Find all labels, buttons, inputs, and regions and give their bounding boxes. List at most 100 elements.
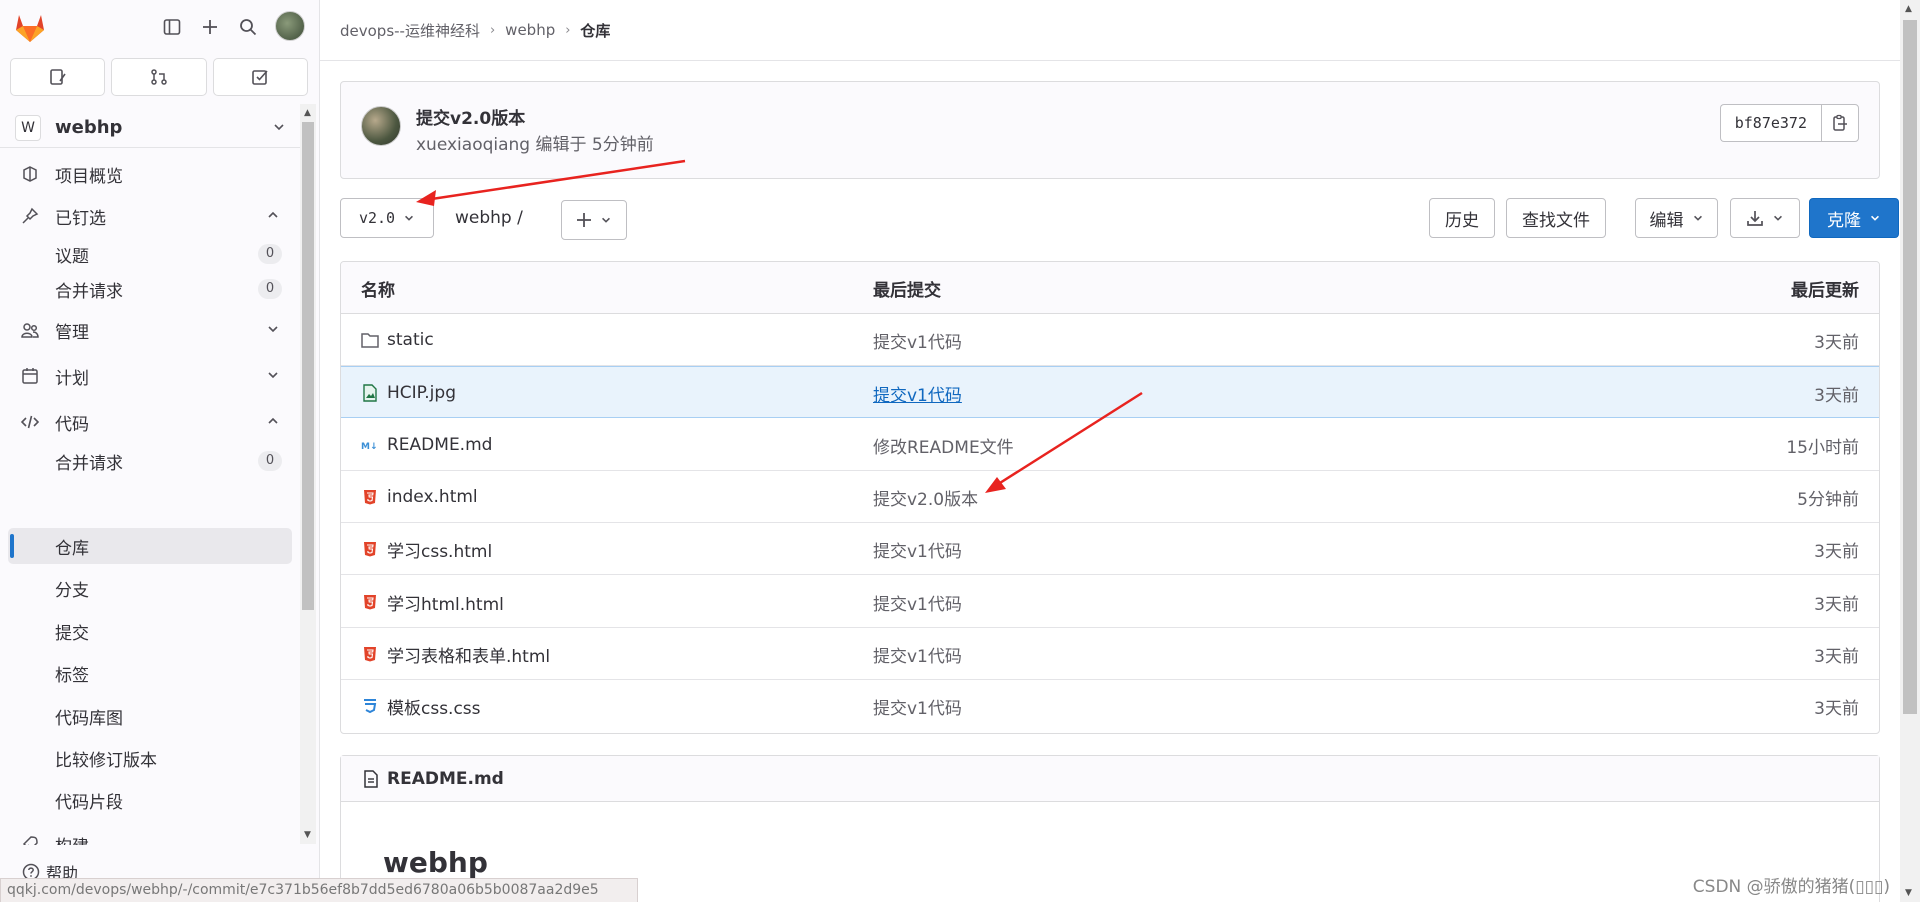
last-update-cell: 3天前 [1814,698,1859,719]
nav-pinned-merge-requests[interactable]: 合并请求 0 [8,271,292,307]
readme-filename[interactable]: README.md [387,769,504,789]
scroll-down-arrow-icon[interactable]: ▼ [1905,888,1912,898]
scrollbar-thumb[interactable] [1903,20,1917,714]
nav-repository[interactable]: 仓库 [8,528,292,564]
chevron-down-icon [268,326,278,333]
nav-label: 代码片段 [55,792,123,813]
nav-code-merge-requests[interactable]: 合并请求 0 [8,443,292,479]
html5-icon [361,540,379,558]
plus-icon[interactable] [195,12,225,42]
page-scrollbar[interactable]: ▲ ▼ [1900,0,1920,902]
scroll-up-arrow-icon[interactable]: ▲ [1905,4,1912,14]
nav-branches[interactable]: 分支 [8,570,292,606]
last-commit-cell[interactable]: 提交v1代码 [873,523,962,575]
file-name-cell[interactable]: 学习css.html [361,523,492,575]
file-name[interactable]: static [387,330,434,350]
folder-icon [361,331,379,349]
clone-dropdown-button[interactable]: 克隆 [1809,198,1899,238]
file-name[interactable]: 学习html.html [387,590,504,615]
history-button[interactable]: 历史 [1429,198,1495,238]
nav-build[interactable]: 构建 [8,825,292,845]
nav-project-overview[interactable]: 项目概览 [8,155,292,193]
file-name-cell[interactable]: static [361,314,434,366]
copy-sha-button[interactable] [1821,104,1859,142]
commit-title[interactable]: 提交v2.0版本 [416,104,525,129]
last-commit-cell[interactable]: 修改README文件 [873,419,1014,471]
file-name-cell[interactable]: HCIP.jpg [361,367,456,419]
table-row[interactable]: 学习css.html 提交v1代码 3天前 [341,523,1879,575]
last-commit-cell[interactable]: 提交v1代码 [873,576,962,628]
scroll-up-arrow-icon[interactable]: ▲ [304,108,311,118]
add-dropdown-button[interactable] [561,200,627,240]
commit-author[interactable]: xuexiaoqiang [416,135,530,155]
user-avatar[interactable] [275,11,305,41]
table-row[interactable]: 学习html.html 提交v1代码 3天前 [341,576,1879,628]
nav-pinned[interactable]: 已钉选 [8,197,292,235]
last-commit-cell[interactable]: 提交v2.0版本 [873,471,978,523]
sidebar-toggle-icon[interactable] [157,12,187,42]
file-name[interactable]: README.md [387,435,492,455]
commit-author-avatar[interactable] [361,106,401,146]
file-name[interactable]: 模板css.css [387,694,481,719]
file-name-cell[interactable]: 模板css.css [361,680,481,732]
nav-tags[interactable]: 标签 [8,655,292,691]
table-row[interactable]: static 提交v1代码 3天前 [341,314,1879,366]
todos-quick-button[interactable] [212,58,308,96]
merge-request-icon [151,69,167,85]
nav-label: 构建 [55,832,89,846]
nav-pinned-issues[interactable]: 议题 0 [8,236,292,272]
file-name[interactable]: 学习表格和表单.html [387,642,550,667]
sidebar-scrollbar[interactable]: ▲ ▼ [300,104,316,844]
commit-time: 编辑于 5分钟前 [530,135,654,155]
last-commit-cell[interactable]: 提交v1代码 [873,314,962,366]
plus-icon [577,213,591,227]
file-name[interactable]: HCIP.jpg [387,383,456,403]
breadcrumb-group[interactable]: devops--运维神经科 [340,20,480,41]
nav-code[interactable]: 代码 [8,403,292,441]
nav-repository-graph[interactable]: 代码库图 [8,698,292,734]
breadcrumb-project[interactable]: webhp [505,21,555,39]
column-header-last-update: 最后更新 [1791,280,1859,301]
nav-plan[interactable]: 计划 [8,357,292,395]
last-commit-cell[interactable]: 提交v1代码 [873,628,962,680]
find-file-button[interactable]: 查找文件 [1506,198,1606,238]
nav-manage[interactable]: 管理 [8,311,292,349]
scroll-down-arrow-icon[interactable]: ▼ [304,830,311,840]
issues-quick-button[interactable] [10,58,106,96]
commit-sha[interactable]: bf87e372 [1719,104,1821,142]
file-name-cell[interactable]: 学习表格和表单.html [361,628,550,680]
breadcrumb-current[interactable]: 仓库 [580,20,610,41]
gitlab-logo-icon[interactable] [12,10,48,44]
file-name-cell[interactable]: index.html [361,471,478,523]
nav-label: 比较修订版本 [55,750,157,771]
nav-label: 提交 [55,623,89,644]
html5-icon [361,593,379,611]
nav-snippets[interactable]: 代码片段 [8,782,292,818]
file-name[interactable]: 学习css.html [387,537,492,562]
last-commit-cell[interactable]: 提交v1代码 [873,367,962,419]
status-bar-url: qqkj.com/devops/webhp/-/commit/e7c371b56… [0,878,638,902]
nav-commits[interactable]: 提交 [8,613,292,649]
ref-selector[interactable]: v2.0 [340,198,434,238]
download-dropdown-button[interactable] [1730,198,1800,238]
table-row[interactable]: index.html 提交v2.0版本 5分钟前 [341,471,1879,523]
edit-dropdown-button[interactable]: 编辑 [1635,198,1718,238]
file-name-cell[interactable]: 学习html.html [361,576,504,628]
project-name: webhp [55,117,123,138]
nav-compare-revisions[interactable]: 比较修订版本 [8,740,292,776]
last-commit-cell[interactable]: 提交v1代码 [873,680,962,732]
table-row[interactable]: M↓ README.md 修改README文件 15小时前 [341,419,1879,471]
repo-path[interactable]: webhp / [455,208,523,228]
scrollbar-thumb[interactable] [302,122,314,610]
table-row[interactable]: HCIP.jpg 提交v1代码 3天前 [341,366,1879,418]
column-header-name: 名称 [361,280,395,301]
file-name-cell[interactable]: M↓ README.md [361,419,492,471]
search-icon[interactable] [233,12,263,42]
table-row[interactable]: 学习表格和表单.html 提交v1代码 3天前 [341,628,1879,680]
table-row[interactable]: 模板css.css 提交v1代码 3天前 [341,680,1879,732]
html5-icon [361,645,379,663]
merge-requests-quick-button[interactable] [111,58,207,96]
project-switcher[interactable]: W webhp [0,108,300,148]
nav-label: 已钉选 [55,208,106,229]
file-name[interactable]: index.html [387,487,478,507]
